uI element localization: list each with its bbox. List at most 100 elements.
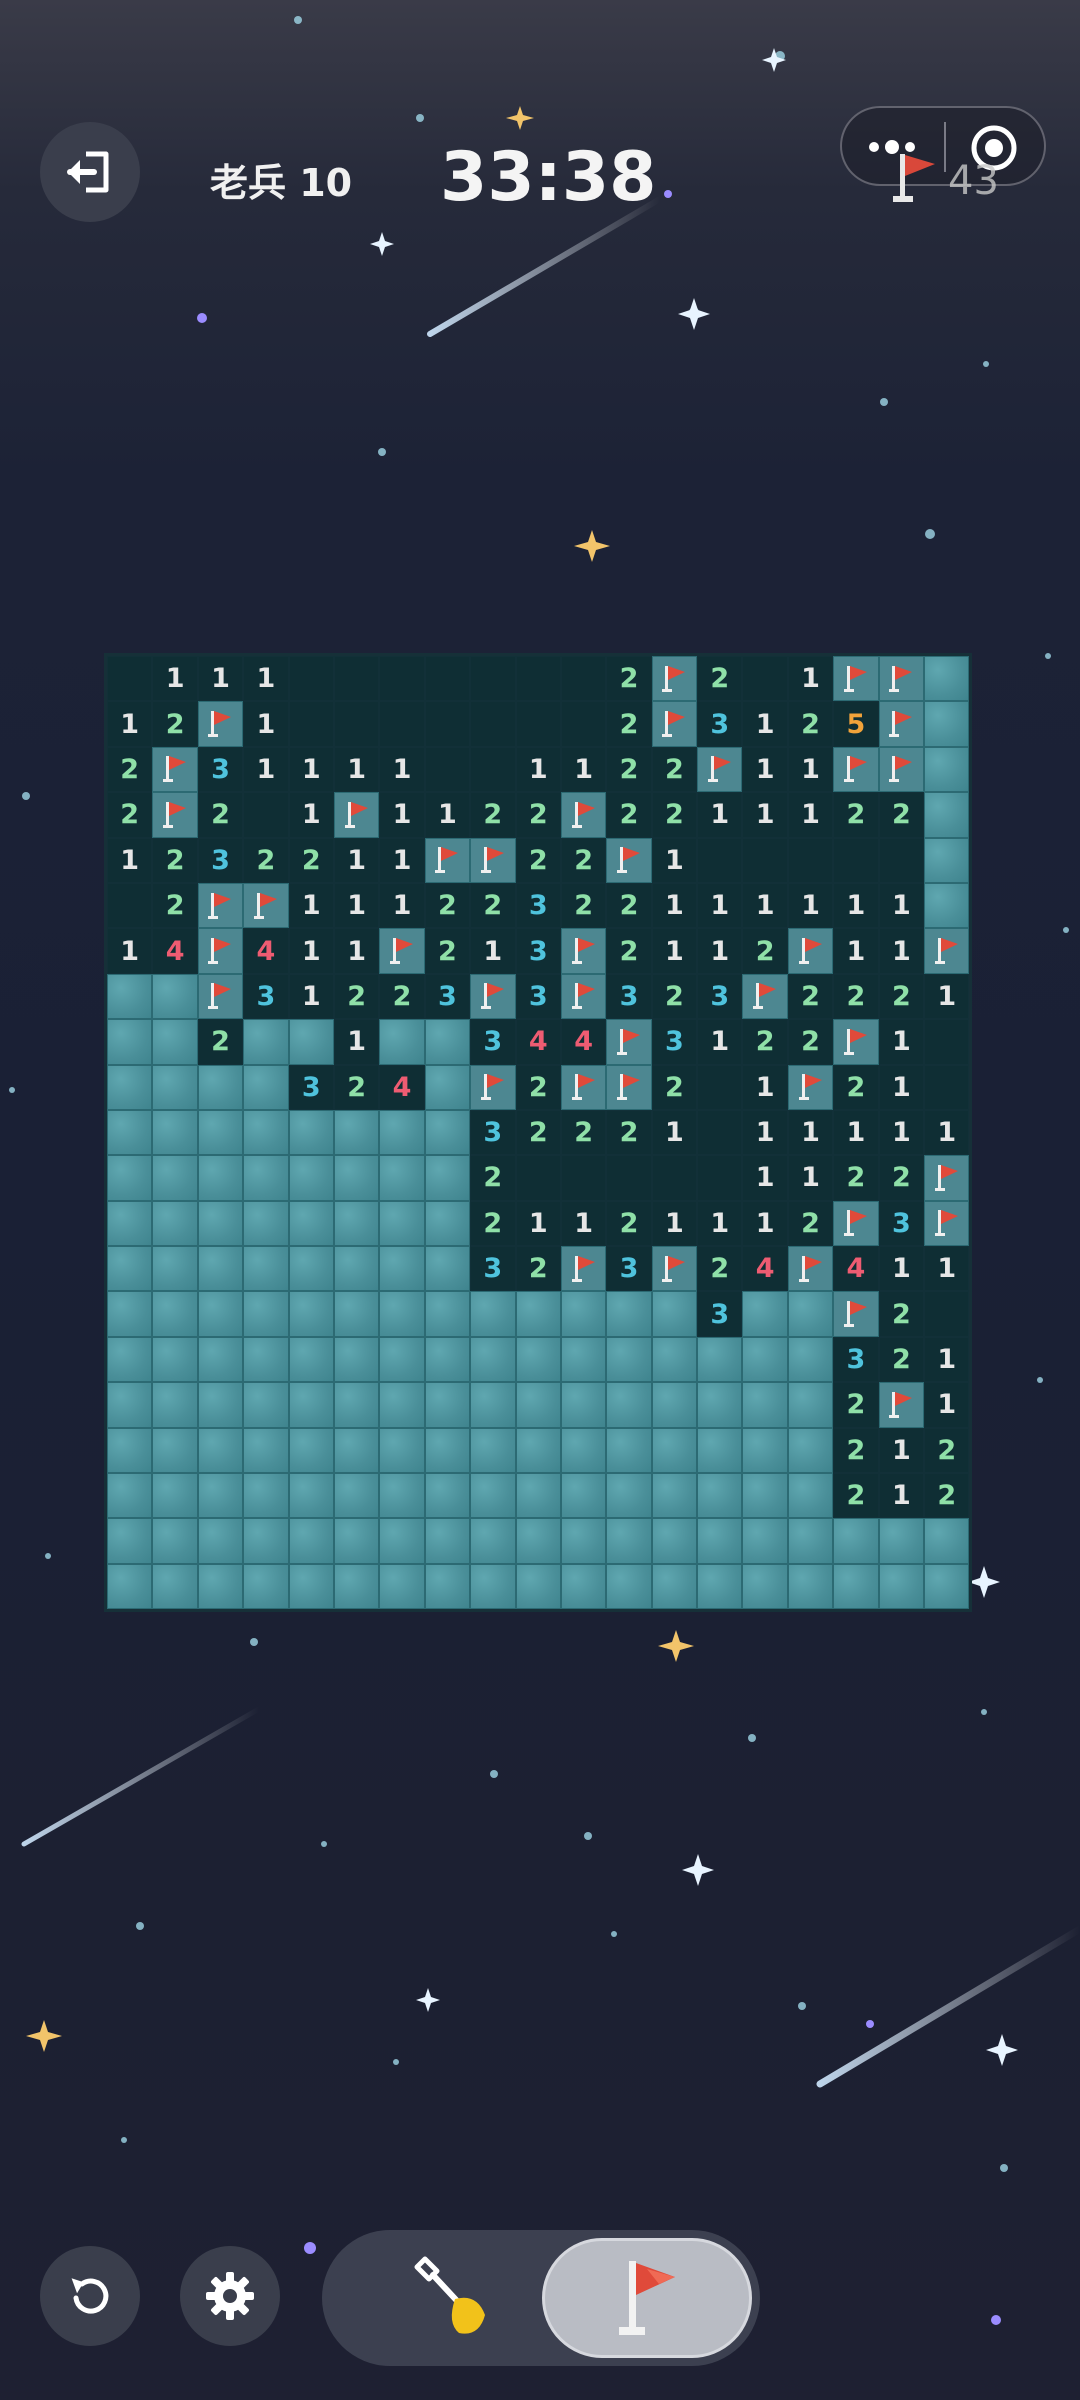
hidden-cell[interactable] bbox=[152, 1518, 198, 1564]
flagged-cell[interactable] bbox=[833, 1200, 879, 1247]
hidden-cell[interactable] bbox=[924, 746, 970, 793]
flagged-cell[interactable] bbox=[924, 1155, 970, 1201]
flagged-cell[interactable] bbox=[197, 928, 244, 974]
hidden-cell[interactable] bbox=[424, 1336, 471, 1383]
flagged-cell[interactable] bbox=[878, 746, 925, 793]
number-cell[interactable]: 2 bbox=[697, 656, 743, 702]
number-cell[interactable]: 4 bbox=[379, 1064, 425, 1110]
number-cell[interactable]: 2 bbox=[651, 973, 698, 1020]
hidden-cell[interactable] bbox=[878, 1518, 925, 1564]
number-cell[interactable]: 1 bbox=[288, 928, 334, 974]
hidden-cell[interactable] bbox=[833, 1563, 879, 1610]
number-cell[interactable]: 3 bbox=[515, 882, 561, 929]
number-cell[interactable]: 1 bbox=[924, 1246, 970, 1292]
hidden-cell[interactable] bbox=[787, 1291, 834, 1337]
hidden-cell[interactable] bbox=[107, 1563, 153, 1610]
flagged-cell[interactable] bbox=[651, 701, 698, 747]
hidden-cell[interactable] bbox=[243, 1473, 289, 1519]
flagged-cell[interactable] bbox=[878, 1382, 925, 1428]
number-cell[interactable]: 3 bbox=[288, 1064, 334, 1110]
hidden-cell[interactable] bbox=[742, 1518, 788, 1564]
number-cell[interactable]: 1 bbox=[742, 1064, 788, 1110]
hidden-cell[interactable] bbox=[379, 1246, 425, 1292]
hidden-cell[interactable] bbox=[197, 1291, 244, 1337]
hidden-cell[interactable] bbox=[288, 1019, 334, 1065]
hidden-cell[interactable] bbox=[197, 1064, 244, 1110]
number-cell[interactable]: 1 bbox=[697, 792, 743, 838]
number-cell[interactable]: 1 bbox=[878, 928, 925, 974]
number-cell[interactable]: 1 bbox=[833, 1109, 879, 1156]
number-cell[interactable]: 2 bbox=[833, 792, 879, 838]
hidden-cell[interactable] bbox=[197, 1473, 244, 1519]
hidden-cell[interactable] bbox=[924, 882, 970, 929]
flagged-cell[interactable] bbox=[560, 1246, 607, 1292]
hidden-cell[interactable] bbox=[243, 1064, 289, 1110]
hidden-cell[interactable] bbox=[651, 1563, 698, 1610]
number-cell[interactable]: 1 bbox=[288, 973, 334, 1020]
hidden-cell[interactable] bbox=[107, 1518, 153, 1564]
number-cell[interactable]: 1 bbox=[107, 837, 153, 883]
hidden-cell[interactable] bbox=[107, 1382, 153, 1428]
number-cell[interactable]: 3 bbox=[470, 1246, 516, 1292]
hidden-cell[interactable] bbox=[152, 1200, 198, 1247]
number-cell[interactable]: 2 bbox=[107, 746, 153, 793]
number-cell[interactable]: 2 bbox=[470, 1200, 516, 1247]
hidden-cell[interactable] bbox=[651, 1518, 698, 1564]
number-cell[interactable]: 2 bbox=[424, 882, 471, 929]
hidden-cell[interactable] bbox=[243, 1563, 289, 1610]
hidden-cell[interactable] bbox=[379, 1382, 425, 1428]
number-cell[interactable]: 2 bbox=[924, 1427, 970, 1474]
number-cell[interactable]: 1 bbox=[152, 656, 198, 702]
dig-mode-button[interactable] bbox=[382, 2248, 522, 2348]
number-cell[interactable]: 2 bbox=[878, 792, 925, 838]
hidden-cell[interactable] bbox=[742, 1473, 788, 1519]
hidden-cell[interactable] bbox=[787, 1427, 834, 1474]
number-cell[interactable]: 1 bbox=[288, 882, 334, 929]
hidden-cell[interactable] bbox=[424, 1563, 471, 1610]
number-cell[interactable]: 1 bbox=[833, 928, 879, 974]
hidden-cell[interactable] bbox=[606, 1382, 652, 1428]
hidden-cell[interactable] bbox=[470, 1382, 516, 1428]
number-cell[interactable]: 2 bbox=[606, 928, 652, 974]
number-cell[interactable]: 3 bbox=[697, 973, 743, 1020]
hidden-cell[interactable] bbox=[288, 1109, 334, 1156]
number-cell[interactable]: 2 bbox=[833, 1382, 879, 1428]
hidden-cell[interactable] bbox=[333, 1155, 380, 1201]
hidden-cell[interactable] bbox=[197, 1246, 244, 1292]
number-cell[interactable]: 1 bbox=[560, 1200, 607, 1247]
number-cell[interactable]: 2 bbox=[787, 701, 834, 747]
flag-mode-button[interactable] bbox=[542, 2238, 752, 2358]
flagged-cell[interactable] bbox=[833, 746, 879, 793]
hidden-cell[interactable] bbox=[697, 1382, 743, 1428]
hidden-cell[interactable] bbox=[243, 1291, 289, 1337]
number-cell[interactable]: 4 bbox=[152, 928, 198, 974]
number-cell[interactable]: 2 bbox=[878, 1291, 925, 1337]
number-cell[interactable]: 1 bbox=[787, 792, 834, 838]
number-cell[interactable]: 1 bbox=[787, 1155, 834, 1201]
number-cell[interactable]: 1 bbox=[333, 882, 380, 929]
hidden-cell[interactable] bbox=[560, 1518, 607, 1564]
number-cell[interactable]: 1 bbox=[379, 746, 425, 793]
hidden-cell[interactable] bbox=[243, 1155, 289, 1201]
number-cell[interactable]: 2 bbox=[515, 1246, 561, 1292]
number-cell[interactable]: 2 bbox=[606, 656, 652, 702]
number-cell[interactable]: 1 bbox=[878, 1109, 925, 1156]
number-cell[interactable]: 2 bbox=[243, 837, 289, 883]
hidden-cell[interactable] bbox=[243, 1109, 289, 1156]
hidden-cell[interactable] bbox=[787, 1518, 834, 1564]
number-cell[interactable]: 3 bbox=[833, 1336, 879, 1383]
flagged-cell[interactable] bbox=[787, 928, 834, 974]
hidden-cell[interactable] bbox=[651, 1473, 698, 1519]
number-cell[interactable]: 1 bbox=[651, 928, 698, 974]
number-cell[interactable]: 1 bbox=[197, 656, 244, 702]
flagged-cell[interactable] bbox=[878, 701, 925, 747]
hidden-cell[interactable] bbox=[107, 1019, 153, 1065]
hidden-cell[interactable] bbox=[152, 973, 198, 1020]
number-cell[interactable]: 1 bbox=[878, 1427, 925, 1474]
number-cell[interactable]: 4 bbox=[560, 1019, 607, 1065]
number-cell[interactable]: 1 bbox=[333, 1019, 380, 1065]
hidden-cell[interactable] bbox=[515, 1336, 561, 1383]
number-cell[interactable]: 1 bbox=[878, 1473, 925, 1519]
number-cell[interactable]: 2 bbox=[515, 792, 561, 838]
hidden-cell[interactable] bbox=[697, 1336, 743, 1383]
